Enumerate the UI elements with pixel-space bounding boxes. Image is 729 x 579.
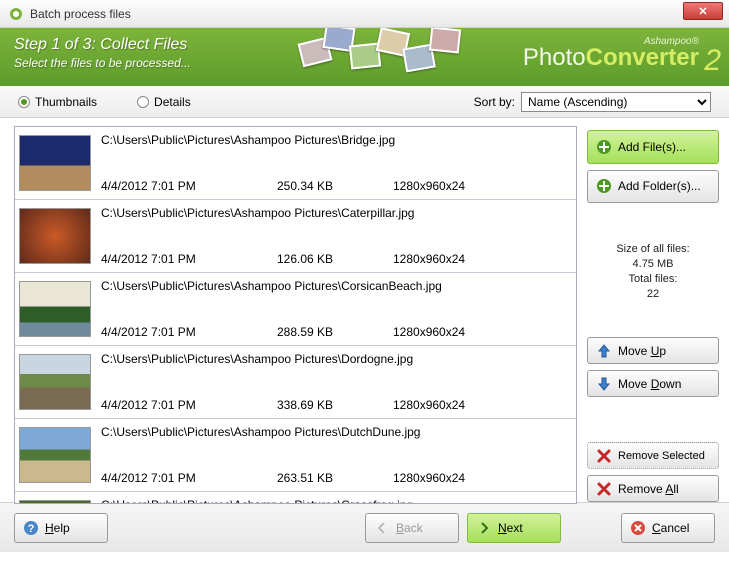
- file-size: 263.51 KB: [277, 471, 393, 485]
- file-meta: C:\Users\Public\Pictures\Ashampoo Pictur…: [101, 346, 576, 418]
- file-path: C:\Users\Public\Pictures\Ashampoo Pictur…: [101, 352, 572, 366]
- file-meta: C:\Users\Public\Pictures\Ashampoo Pictur…: [101, 200, 576, 272]
- arrow-left-icon: [374, 520, 390, 536]
- help-button[interactable]: ? Help: [14, 513, 108, 543]
- file-size: 338.69 KB: [277, 398, 393, 412]
- file-stats: 4/4/2012 7:01 PM338.69 KB1280x960x24: [101, 398, 572, 412]
- add-folders-button[interactable]: Add Folder(s)...: [587, 170, 719, 204]
- window-title: Batch process files: [30, 7, 131, 21]
- file-path: C:\Users\Public\Pictures\Ashampoo Pictur…: [101, 133, 572, 147]
- file-stats: 4/4/2012 7:01 PM126.06 KB1280x960x24: [101, 252, 572, 266]
- next-button[interactable]: Next: [467, 513, 561, 543]
- brand-logo: Ashampoo® PhotoConverter 2: [523, 36, 699, 69]
- help-icon: ?: [23, 520, 39, 536]
- file-meta: C:\Users\Public\Pictures\Ashampoo Pictur…: [101, 419, 576, 491]
- file-date: 4/4/2012 7:01 PM: [101, 398, 277, 412]
- file-thumbnail: [19, 135, 91, 191]
- cancel-button[interactable]: Cancel: [621, 513, 715, 543]
- sort-by-label: Sort by:: [474, 95, 515, 109]
- radio-dot-icon: [137, 96, 149, 108]
- file-row[interactable]: C:\Users\Public\Pictures\Ashampoo Pictur…: [15, 492, 576, 504]
- stats-block: Size of all files: 4.75 MB Total files: …: [587, 242, 719, 302]
- file-date: 4/4/2012 7:01 PM: [101, 252, 277, 266]
- file-dims: 1280x960x24: [393, 252, 465, 266]
- file-meta: C:\Users\Public\Pictures\Ashampoo Pictur…: [101, 127, 576, 199]
- titlebar: Batch process files ✕: [0, 0, 729, 28]
- footer: ? Help Back Next Cancel: [0, 502, 729, 552]
- remove-selected-button[interactable]: Remove Selected: [587, 442, 719, 469]
- radio-dot-icon: [18, 96, 30, 108]
- view-details-radio[interactable]: Details: [137, 95, 191, 109]
- app-icon: [8, 6, 24, 22]
- remove-all-button[interactable]: Remove All: [587, 475, 719, 502]
- file-dims: 1280x960x24: [393, 325, 465, 339]
- close-icon: ✕: [698, 5, 707, 18]
- file-size: 126.06 KB: [277, 252, 393, 266]
- svg-text:?: ?: [28, 523, 35, 535]
- move-down-button[interactable]: Move Down: [587, 370, 719, 397]
- file-date: 4/4/2012 7:01 PM: [101, 325, 277, 339]
- add-files-button[interactable]: Add File(s)...: [587, 130, 719, 164]
- file-size: 250.34 KB: [277, 179, 393, 193]
- file-meta: C:\Users\Public\Pictures\Ashampoo Pictur…: [101, 492, 576, 504]
- arrow-up-icon: [596, 343, 612, 359]
- file-row[interactable]: C:\Users\Public\Pictures\Ashampoo Pictur…: [15, 200, 576, 273]
- file-dims: 1280x960x24: [393, 179, 465, 193]
- file-dims: 1280x960x24: [393, 471, 465, 485]
- view-toolbar: Thumbnails Details Sort by: Name (Ascend…: [0, 86, 729, 118]
- file-dims: 1280x960x24: [393, 398, 465, 412]
- plus-icon: [596, 139, 612, 155]
- file-thumbnail: [19, 354, 91, 410]
- file-row[interactable]: C:\Users\Public\Pictures\Ashampoo Pictur…: [15, 273, 576, 346]
- step-header: Step 1 of 3: Collect Files Select the fi…: [0, 28, 729, 86]
- main-area: C:\Users\Public\Pictures\Ashampoo Pictur…: [0, 118, 729, 502]
- arrow-right-icon: [476, 520, 492, 536]
- delete-icon: [596, 448, 612, 464]
- arrow-down-icon: [596, 376, 612, 392]
- back-button[interactable]: Back: [365, 513, 459, 543]
- sort-by-select[interactable]: Name (Ascending): [521, 92, 711, 112]
- file-row[interactable]: C:\Users\Public\Pictures\Ashampoo Pictur…: [15, 419, 576, 492]
- file-meta: C:\Users\Public\Pictures\Ashampoo Pictur…: [101, 273, 576, 345]
- file-stats: 4/4/2012 7:01 PM250.34 KB1280x960x24: [101, 179, 572, 193]
- file-size: 288.59 KB: [277, 325, 393, 339]
- side-panel: Add File(s)... Add Folder(s)... Size of …: [587, 126, 719, 502]
- file-row[interactable]: C:\Users\Public\Pictures\Ashampoo Pictur…: [15, 127, 576, 200]
- file-path: C:\Users\Public\Pictures\Ashampoo Pictur…: [101, 279, 572, 293]
- file-thumbnail: [19, 281, 91, 337]
- close-button[interactable]: ✕: [683, 2, 723, 20]
- file-path: C:\Users\Public\Pictures\Ashampoo Pictur…: [101, 498, 572, 504]
- file-list[interactable]: C:\Users\Public\Pictures\Ashampoo Pictur…: [14, 126, 577, 504]
- file-date: 4/4/2012 7:01 PM: [101, 179, 277, 193]
- cancel-icon: [630, 520, 646, 536]
- file-stats: 4/4/2012 7:01 PM263.51 KB1280x960x24: [101, 471, 572, 485]
- file-date: 4/4/2012 7:01 PM: [101, 471, 277, 485]
- file-row[interactable]: C:\Users\Public\Pictures\Ashampoo Pictur…: [15, 346, 576, 419]
- move-up-button[interactable]: Move Up: [587, 337, 719, 364]
- file-path: C:\Users\Public\Pictures\Ashampoo Pictur…: [101, 206, 572, 220]
- file-thumbnail: [19, 427, 91, 483]
- decorative-photos: [300, 28, 480, 86]
- file-path: C:\Users\Public\Pictures\Ashampoo Pictur…: [101, 425, 572, 439]
- delete-icon: [596, 481, 612, 497]
- file-thumbnail: [19, 208, 91, 264]
- view-thumbnails-radio[interactable]: Thumbnails: [18, 95, 97, 109]
- plus-icon: [596, 178, 612, 194]
- file-thumbnail: [19, 500, 91, 504]
- file-stats: 4/4/2012 7:01 PM288.59 KB1280x960x24: [101, 325, 572, 339]
